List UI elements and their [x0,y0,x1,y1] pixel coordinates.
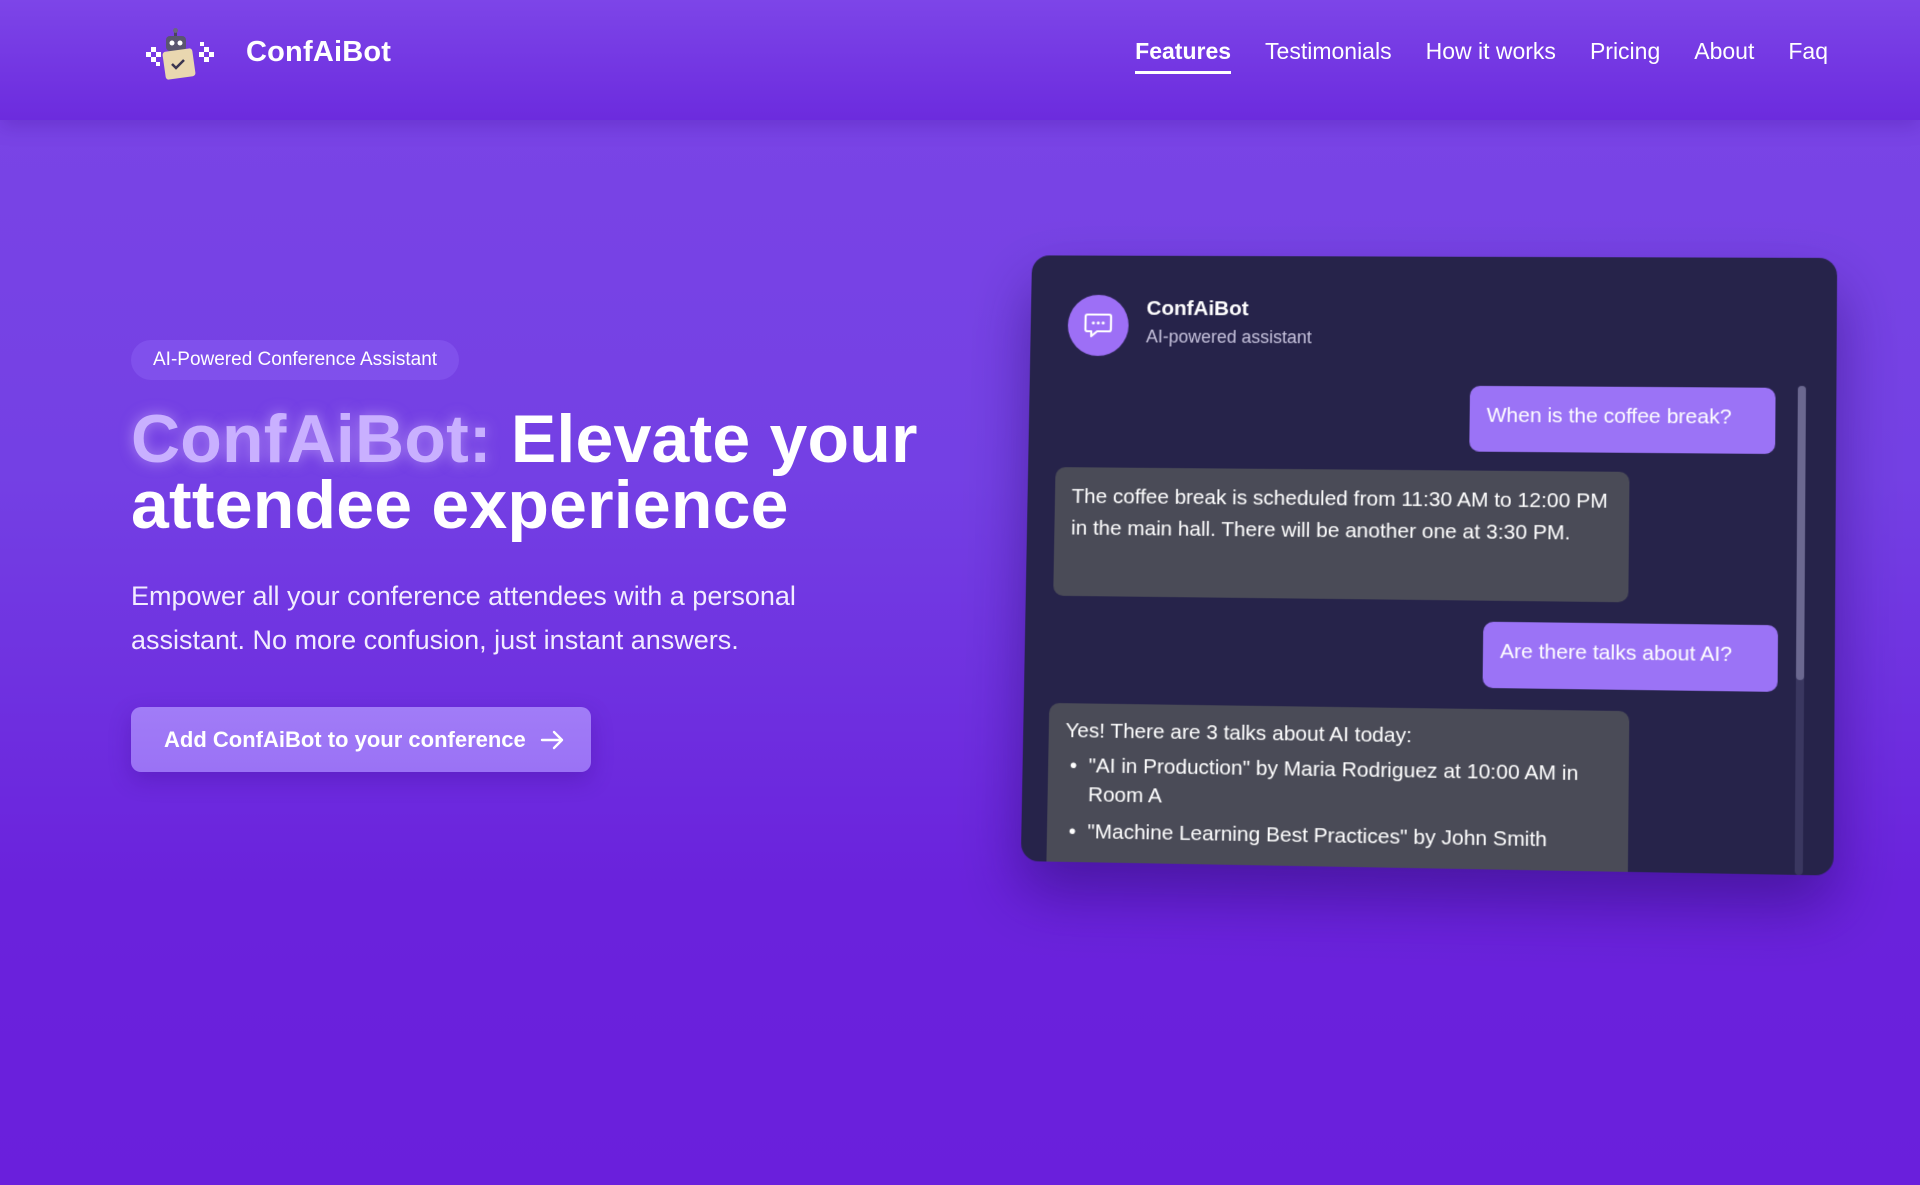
chat-message-user: Are there talks about AI? [1482,621,1779,692]
chat-bubble-icon [1067,294,1130,357]
chat-message-bot: Yes! There are 3 talks about AI today: "… [1046,702,1630,876]
talk-list: "AI in Production" by Maria Rodriguez at… [1063,751,1611,855]
hero-badge: AI-Powered Conference Assistant [131,340,460,380]
site-header: ConfAiBot Features Testimonials How it w… [0,0,1920,120]
chat-subtitle: AI-powered assistant [1145,326,1312,348]
nav-faq[interactable]: Faq [1788,38,1828,74]
cta-label: Add ConfAiBot to your conference [164,726,526,752]
list-item: "Machine Learning Best Practices" by Joh… [1063,817,1611,856]
chat-message-bot: The coffee break is scheduled from 11:30… [1053,467,1630,603]
chat-scrollbar-thumb[interactable] [1795,385,1806,681]
main-nav: Features Testimonials How it works Prici… [1135,38,1828,74]
arrow-right-icon [540,730,563,749]
robot-logo-icon[interactable] [144,28,216,82]
nav-features[interactable]: Features [1135,38,1232,74]
list-item: "AI in Production" by Maria Rodriguez at… [1064,751,1612,818]
chat-message-text: Yes! There are 3 talks about AI today: [1065,719,1413,748]
nav-testimonials[interactable]: Testimonials [1265,38,1392,74]
nav-how-it-works[interactable]: How it works [1426,38,1556,74]
hero-subtitle: Empower all your conference attendees wi… [131,581,796,655]
chat-title: ConfAiBot [1146,297,1249,321]
headline-brand: ConfAiBot: [131,401,492,477]
hero-headline: ConfAiBot: Elevate your attendee experie… [131,405,931,539]
nav-about[interactable]: About [1694,38,1754,74]
chat-preview-window: ConfAiBot AI-powered assistant When is t… [1020,255,1838,876]
nav-pricing[interactable]: Pricing [1590,38,1660,74]
chat-scrollbar[interactable] [1794,385,1806,876]
chat-message-user: When is the coffee break? [1469,385,1776,454]
brand-name[interactable]: ConfAiBot [246,36,391,69]
add-confaibot-button[interactable]: Add ConfAiBot to your conference [131,707,591,772]
